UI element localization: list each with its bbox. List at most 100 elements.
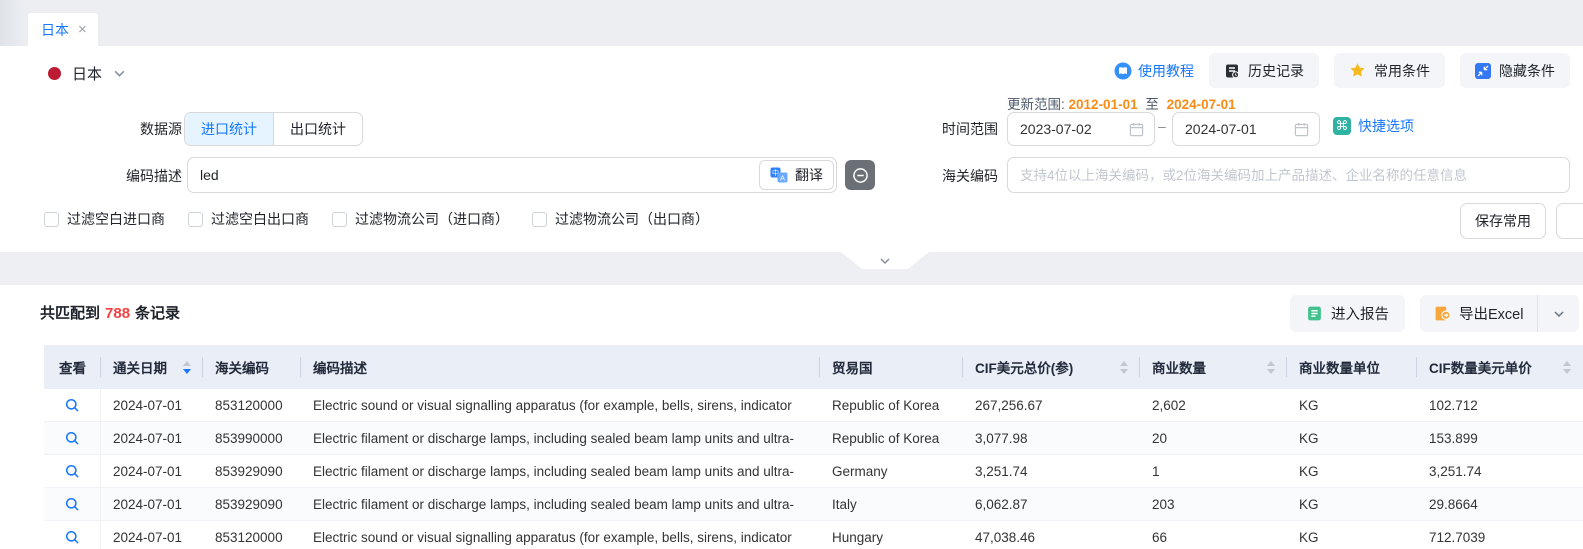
chevron-down-icon <box>113 67 126 80</box>
tutorial-link[interactable]: 使用教程 <box>1114 61 1194 81</box>
column-header-cif-total[interactable]: CIF美元总价(参) <box>963 345 1140 389</box>
data-source-segmented: 进口统计 出口统计 <box>184 112 363 146</box>
hscode-cell: 853929090 <box>203 455 301 487</box>
cif-total-cell: 6,062.87 <box>963 488 1140 520</box>
table-body: 2024-07-01 853120000 Electric sound or v… <box>44 389 1583 549</box>
view-cell <box>44 488 101 520</box>
view-detail-button[interactable] <box>65 497 80 512</box>
hscode-cell: 853120000 <box>203 521 301 549</box>
tab-label: 日本 <box>41 20 69 40</box>
checkbox-label: 过滤物流公司（出口商） <box>555 209 709 229</box>
header-actions: 使用教程 历史记录 常用条件 隐藏条件 <box>1114 53 1570 88</box>
history-button[interactable]: 历史记录 <box>1209 53 1319 88</box>
sort-icon[interactable] <box>1267 361 1275 374</box>
code-desc-input[interactable] <box>187 157 837 193</box>
checkbox-icon[interactable] <box>532 212 547 227</box>
column-header-unit-price[interactable]: CIF数量美元单价 <box>1417 345 1583 389</box>
filter-checkbox-row: 过滤空白进口商 过滤空白出口商 过滤物流公司（进口商） 过滤物流公司（出口商） <box>44 209 709 229</box>
cif-total-cell: 3,251.74 <box>963 455 1140 487</box>
qty-unit-cell: KG <box>1287 389 1417 421</box>
view-detail-button[interactable] <box>65 398 80 413</box>
filter-logistics-importer-checkbox[interactable]: 过滤物流公司（进口商） <box>332 209 509 229</box>
sort-icon[interactable] <box>1120 361 1128 374</box>
save-favorite-button[interactable]: 保存常用 <box>1460 203 1546 239</box>
column-header-date[interactable]: 通关日期 <box>101 345 203 389</box>
filter-blank-exporter-checkbox[interactable]: 过滤空白出口商 <box>188 209 309 229</box>
hs-code-label: 海关编码 <box>912 166 998 186</box>
calendar-icon <box>1129 122 1144 137</box>
export-excel-button[interactable]: 导出Excel <box>1420 295 1537 332</box>
desc-cell: Electric filament or discharge lamps, in… <box>301 488 820 520</box>
panel-divider <box>0 252 1583 285</box>
count-number: 788 <box>105 305 130 322</box>
qty-cell: 66 <box>1140 521 1287 549</box>
unit-price-cell: 29.8664 <box>1417 488 1583 520</box>
export-dropdown-toggle[interactable] <box>1537 295 1579 332</box>
sort-icon[interactable] <box>1563 361 1571 374</box>
magnifier-icon <box>65 464 80 479</box>
magnifier-icon <box>65 530 80 545</box>
view-detail-button[interactable] <box>65 431 80 446</box>
filter-blank-importer-checkbox[interactable]: 过滤空白进口商 <box>44 209 165 229</box>
filter-logistics-exporter-checkbox[interactable]: 过滤物流公司（出口商） <box>532 209 709 229</box>
column-header-qty[interactable]: 商业数量 <box>1140 345 1287 389</box>
desc-cell: Electric sound or visual signalling appa… <box>301 521 820 549</box>
cif-total-cell: 267,256.67 <box>963 389 1140 421</box>
qty-cell: 203 <box>1140 488 1287 520</box>
magnifier-icon <box>65 497 80 512</box>
magnifier-icon <box>65 398 80 413</box>
enter-report-label: 进入报告 <box>1331 303 1389 324</box>
desc-cell: Electric filament or discharge lamps, in… <box>301 455 820 487</box>
import-stats-option[interactable]: 进口统计 <box>185 113 273 145</box>
country-selector[interactable]: 日本 <box>48 55 126 91</box>
end-date-value: 2024-07-01 <box>1185 121 1257 137</box>
country-cell: Republic of Korea <box>820 422 963 454</box>
sort-icon[interactable] <box>183 361 191 374</box>
hs-code-input[interactable] <box>1007 157 1570 193</box>
favorites-button[interactable]: 常用条件 <box>1334 53 1445 88</box>
code-desc-field: 中A 翻译 <box>187 157 837 193</box>
qty-cell: 20 <box>1140 422 1287 454</box>
view-detail-button[interactable] <box>65 530 80 545</box>
quick-options-link[interactable]: ⌘ 快捷选项 <box>1333 116 1414 136</box>
unit-price-cell: 3,251.74 <box>1417 455 1583 487</box>
close-icon[interactable]: × <box>78 22 87 37</box>
end-date-input[interactable]: 2024-07-01 <box>1172 112 1320 146</box>
chevron-down-icon <box>879 255 891 267</box>
qty-cell: 1 <box>1140 455 1287 487</box>
calendar-icon <box>1294 122 1309 137</box>
hscode-cell: 853120000 <box>203 389 301 421</box>
country-cell: Republic of Korea <box>820 389 963 421</box>
column-header-hscode: 海关编码 <box>203 345 301 389</box>
clipped-edge-button[interactable] <box>1556 203 1583 239</box>
enter-report-button[interactable]: 进入报告 <box>1290 295 1405 332</box>
history-label: 历史记录 <box>1248 61 1304 81</box>
results-table: 查看 通关日期 海关编码 编码描述 贸易国 CIF美元总价(参) 商业数量 商业… <box>44 345 1583 549</box>
search-panel: 日本 使用教程 历史记录 常用条件 隐藏条件 更新范围: 2012-01-01 … <box>0 46 1583 252</box>
checkbox-icon[interactable] <box>44 212 59 227</box>
quick-options-label: 快捷选项 <box>1358 116 1414 136</box>
view-detail-button[interactable] <box>65 464 80 479</box>
translate-button[interactable]: 中A 翻译 <box>759 160 834 190</box>
translate-icon: 中A <box>770 167 788 183</box>
qty-unit-cell: KG <box>1287 488 1417 520</box>
checkbox-icon[interactable] <box>332 212 347 227</box>
minus-circle-icon <box>852 167 869 184</box>
table-row: 2024-07-01 853990000 Electric filament o… <box>44 422 1583 455</box>
favorites-label: 常用条件 <box>1374 61 1430 81</box>
hide-conditions-button[interactable]: 隐藏条件 <box>1460 53 1570 88</box>
export-excel-group: 导出Excel <box>1420 295 1579 332</box>
cif-total-cell: 3,077.98 <box>963 422 1140 454</box>
checkbox-icon[interactable] <box>188 212 203 227</box>
svg-text:A: A <box>780 173 785 182</box>
start-date-input[interactable]: 2023-07-02 <box>1007 112 1155 146</box>
exclude-button[interactable] <box>845 160 875 190</box>
time-range-label: 时间范围 <box>912 119 998 139</box>
column-header-view: 查看 <box>44 345 101 389</box>
column-header-desc: 编码描述 <box>301 345 820 389</box>
tab-japan[interactable]: 日本 × <box>28 13 98 46</box>
tutorial-label: 使用教程 <box>1138 61 1194 81</box>
update-range-label: 更新范围: <box>1007 97 1065 112</box>
export-stats-option[interactable]: 出口统计 <box>273 113 362 145</box>
magnifier-icon <box>65 431 80 446</box>
